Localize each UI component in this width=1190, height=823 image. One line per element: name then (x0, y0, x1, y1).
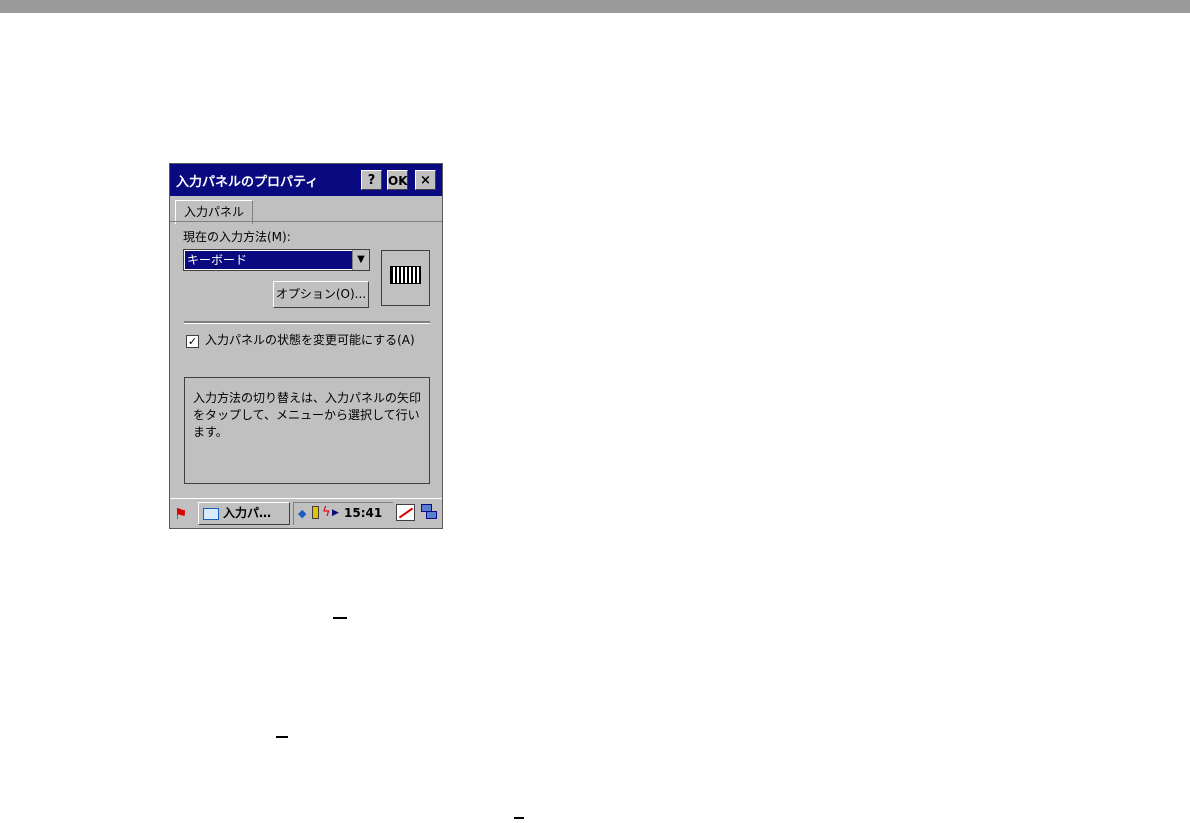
separator (184, 321, 430, 324)
system-tray: ◆ ϟ ▶ 15:41 (293, 502, 393, 525)
taskbar: ⚑ 入力パ… ◆ ϟ ▶ 15:41 (170, 498, 442, 528)
taskbar-button-input-panel[interactable]: 入力パ… (198, 502, 290, 525)
windows-start-icon[interactable]: ⚑ (174, 505, 192, 523)
ok-button[interactable]: OK (387, 170, 408, 190)
input-method-selected[interactable]: キーボード (185, 251, 352, 269)
keyboard-preview (381, 250, 430, 306)
keyboard-icon (390, 266, 421, 284)
chevron-down-icon[interactable]: ▼ (352, 250, 369, 270)
show-desktop-icon[interactable] (421, 504, 438, 521)
close-button[interactable]: × (415, 170, 436, 190)
input-method-label: 現在の入力方法(M): (183, 230, 291, 244)
underline-mark (514, 817, 524, 819)
info-text-box: 入力方法の切り替えは、入力パネルの矢印をタップして、メニューから選択して行います… (184, 377, 430, 484)
input-panel-icon (203, 507, 219, 520)
input-panel-toggle-icon[interactable] (396, 504, 415, 521)
network-icon[interactable]: ◆ (298, 507, 306, 520)
underline-mark (276, 736, 288, 738)
title-bar: 入力パネルのプロパティ ? OK × (170, 164, 442, 196)
underline-mark (333, 617, 347, 619)
help-button[interactable]: ? (361, 170, 382, 190)
options-button[interactable]: オプション(O)... (273, 281, 369, 308)
clock[interactable]: 15:41 (344, 506, 382, 520)
allow-state-change-checkbox[interactable]: ✓ (186, 335, 199, 348)
power-icon[interactable]: ϟ (322, 505, 331, 520)
arrow-right-icon: ▶ (332, 508, 339, 518)
window-title: 入力パネルのプロパティ (176, 175, 319, 190)
input-method-dropdown[interactable]: キーボード ▼ (183, 249, 370, 271)
info-text: 入力方法の切り替えは、入力パネルの矢印をタップして、メニューから選択して行います… (193, 391, 422, 439)
allow-state-change-label[interactable]: 入力パネルの状態を変更可能にする(A) (205, 332, 425, 348)
top-divider-bar (0, 0, 1190, 13)
battery-icon[interactable] (312, 506, 319, 519)
taskbar-button-label: 入力パ… (223, 506, 272, 520)
device-screen: 入力パネルのプロパティ ? OK × 入力パネル 現在の入力方法(M): キーボ… (169, 163, 443, 529)
tab-divider (170, 221, 442, 222)
